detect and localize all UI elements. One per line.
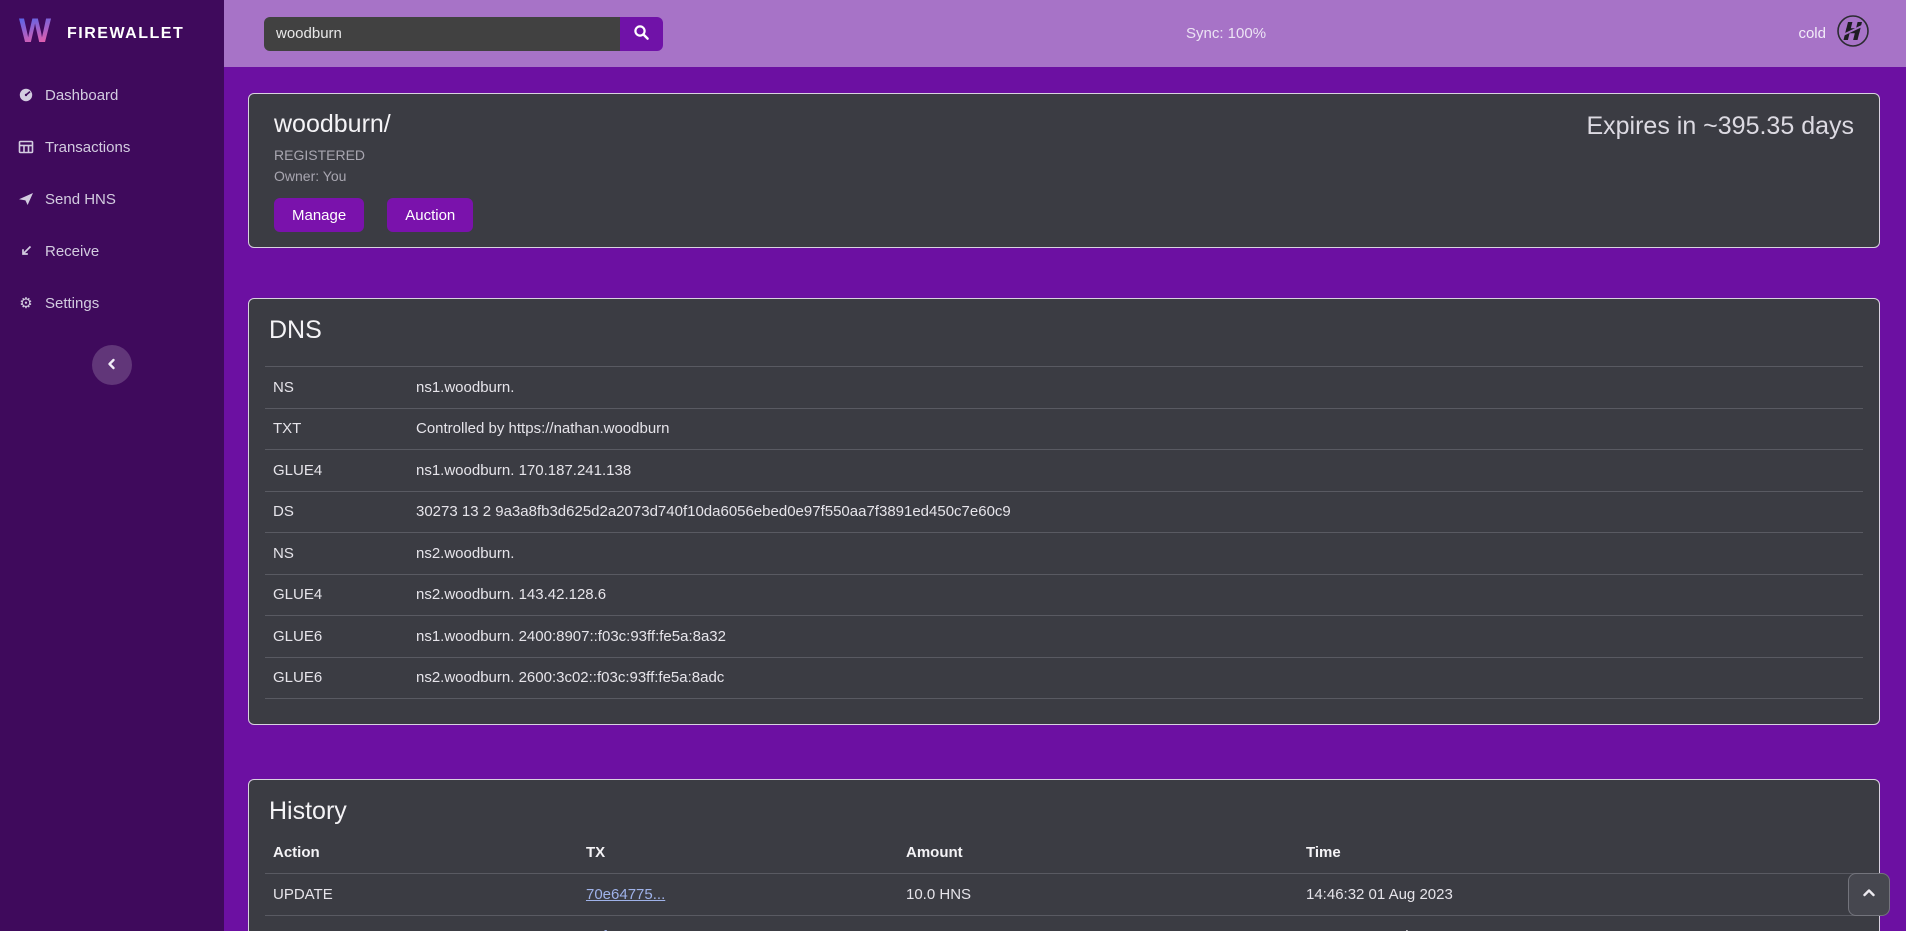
table-icon: [18, 139, 34, 155]
dns-record-type: GLUE4: [265, 586, 416, 603]
history-row: UPDATE 70e64775... 10.0 HNS 14:46:32 01 …: [265, 874, 1863, 916]
search-icon: [633, 24, 650, 44]
sidebar-nav: Dashboard Transactions: [0, 69, 224, 329]
auction-button[interactable]: Auction: [387, 198, 473, 232]
history-header-row: Action TX Amount Time: [265, 826, 1863, 874]
sidebar: W FIREWALLET Dashboard: [0, 0, 224, 931]
dns-record-row: TXT Controlled by https://nathan.woodbur…: [265, 408, 1863, 450]
dns-record-value: ns1.woodburn. 170.187.241.138: [416, 462, 631, 479]
dns-record-value: ns1.woodburn. 2400:8907::f03c:93ff:fe5a:…: [416, 628, 726, 645]
chevron-left-icon: [105, 357, 119, 374]
chevron-up-icon: [1861, 885, 1877, 904]
dns-record-type: GLUE6: [265, 669, 416, 686]
dns-record-value: ns2.woodburn.: [416, 545, 514, 562]
main-content: woodburn/ REGISTERED Owner: You Manage A…: [224, 67, 1906, 931]
sidebar-item-settings[interactable]: ⚙ Settings: [0, 277, 224, 329]
dns-record-value: ns2.woodburn. 143.42.128.6: [416, 586, 606, 603]
dns-record-value: ns2.woodburn. 2600:3c02::f03c:93ff:fe5a:…: [416, 669, 724, 686]
dns-record-value: ns1.woodburn.: [416, 379, 514, 396]
dns-record-row: GLUE6 ns2.woodburn. 2600:3c02::f03c:93ff…: [265, 657, 1863, 699]
sidebar-item-send-hns[interactable]: Send HNS: [0, 173, 224, 225]
wallet-name: cold: [1798, 25, 1826, 42]
domain-card: woodburn/ REGISTERED Owner: You Manage A…: [248, 93, 1880, 248]
history-col-time: Time: [1306, 844, 1863, 861]
sidebar-item-dashboard[interactable]: Dashboard: [0, 69, 224, 121]
firewallet-logo-icon: W: [16, 11, 54, 56]
sidebar-item-label: Settings: [45, 295, 99, 312]
dns-record-row: NS ns1.woodburn.: [265, 366, 1863, 408]
sidebar-item-transactions[interactable]: Transactions: [0, 121, 224, 173]
dns-record-row: GLUE6 ns1.woodburn. 2400:8907::f03c:93ff…: [265, 615, 1863, 657]
history-card: History Action TX Amount Time UPDATE 70e…: [248, 779, 1880, 931]
domain-card-left: woodburn/ REGISTERED Owner: You Manage A…: [274, 109, 473, 247]
history-col-action: Action: [265, 844, 586, 861]
dns-record-value: Controlled by https://nathan.woodburn: [416, 420, 670, 437]
dns-record-row: GLUE4 ns2.woodburn. 143.42.128.6: [265, 574, 1863, 616]
wallet-indicator[interactable]: cold: [1798, 14, 1906, 53]
domain-status: REGISTERED: [274, 147, 473, 163]
sidebar-item-label: Dashboard: [45, 87, 118, 104]
dns-record-type: NS: [265, 379, 416, 396]
search-bar: [264, 17, 663, 51]
domain-owner: Owner: You: [274, 168, 473, 184]
sidebar-collapse-button[interactable]: [92, 345, 132, 385]
domain-expiry: Expires in ~395.35 days: [1586, 111, 1854, 247]
sidebar-item-label: Receive: [45, 243, 99, 260]
dns-record-value: 30273 13 2 9a3a8fb3d625d2a2073d740f10da6…: [416, 503, 1011, 520]
search-input[interactable]: [264, 17, 620, 51]
domain-actions: Manage Auction: [274, 198, 473, 232]
sidebar-item-label: Send HNS: [45, 191, 116, 208]
history-action: UPDATE: [265, 886, 586, 903]
handshake-logo-icon: [1836, 14, 1870, 53]
history-col-tx: TX: [586, 844, 906, 861]
dns-record-type: DS: [265, 503, 416, 520]
sync-status: Sync: 100%: [1186, 0, 1266, 67]
topbar: Sync: 100% cold: [224, 0, 1906, 67]
dns-record-row: NS ns2.woodburn.: [265, 532, 1863, 574]
dns-record-type: TXT: [265, 420, 416, 437]
brand: W FIREWALLET: [0, 0, 224, 67]
sidebar-item-label: Transactions: [45, 139, 130, 156]
dns-record-row: GLUE4 ns1.woodburn. 170.187.241.138: [265, 449, 1863, 491]
sidebar-item-receive[interactable]: Receive: [0, 225, 224, 277]
dns-table: NS ns1.woodburn. TXT Controlled by https…: [265, 366, 1863, 699]
dns-record-type: NS: [265, 545, 416, 562]
dns-card: DNS NS ns1.woodburn. TXT Controlled by h…: [248, 298, 1880, 725]
receive-arrow-icon: [18, 243, 34, 259]
domain-title: woodburn/: [274, 109, 473, 139]
dns-record-type: GLUE6: [265, 628, 416, 645]
manage-button[interactable]: Manage: [274, 198, 364, 232]
history-row: RENEW 45f3c6e2... 10.0 HNS 15:45:02 07 J…: [265, 916, 1863, 931]
app-window: W FIREWALLET Dashboard: [0, 0, 1906, 931]
svg-text:W: W: [19, 12, 52, 50]
history-time: 14:46:32 01 Aug 2023: [1306, 886, 1863, 903]
send-icon: [18, 191, 34, 207]
gauge-icon: [18, 87, 34, 103]
dns-record-type: GLUE4: [265, 462, 416, 479]
gear-icon: ⚙: [18, 295, 34, 311]
dns-record-row: DS 30273 13 2 9a3a8fb3d625d2a2073d740f10…: [265, 491, 1863, 533]
brand-name: FIREWALLET: [67, 25, 184, 43]
scroll-to-top-button[interactable]: [1848, 873, 1890, 916]
dns-title: DNS: [249, 315, 1879, 345]
history-amount: 10.0 HNS: [906, 886, 1306, 903]
search-button[interactable]: [620, 17, 663, 51]
history-col-amount: Amount: [906, 844, 1306, 861]
history-title: History: [249, 796, 1879, 826]
history-table: Action TX Amount Time UPDATE 70e64775...…: [265, 826, 1863, 931]
tx-link[interactable]: 70e64775...: [586, 886, 665, 903]
